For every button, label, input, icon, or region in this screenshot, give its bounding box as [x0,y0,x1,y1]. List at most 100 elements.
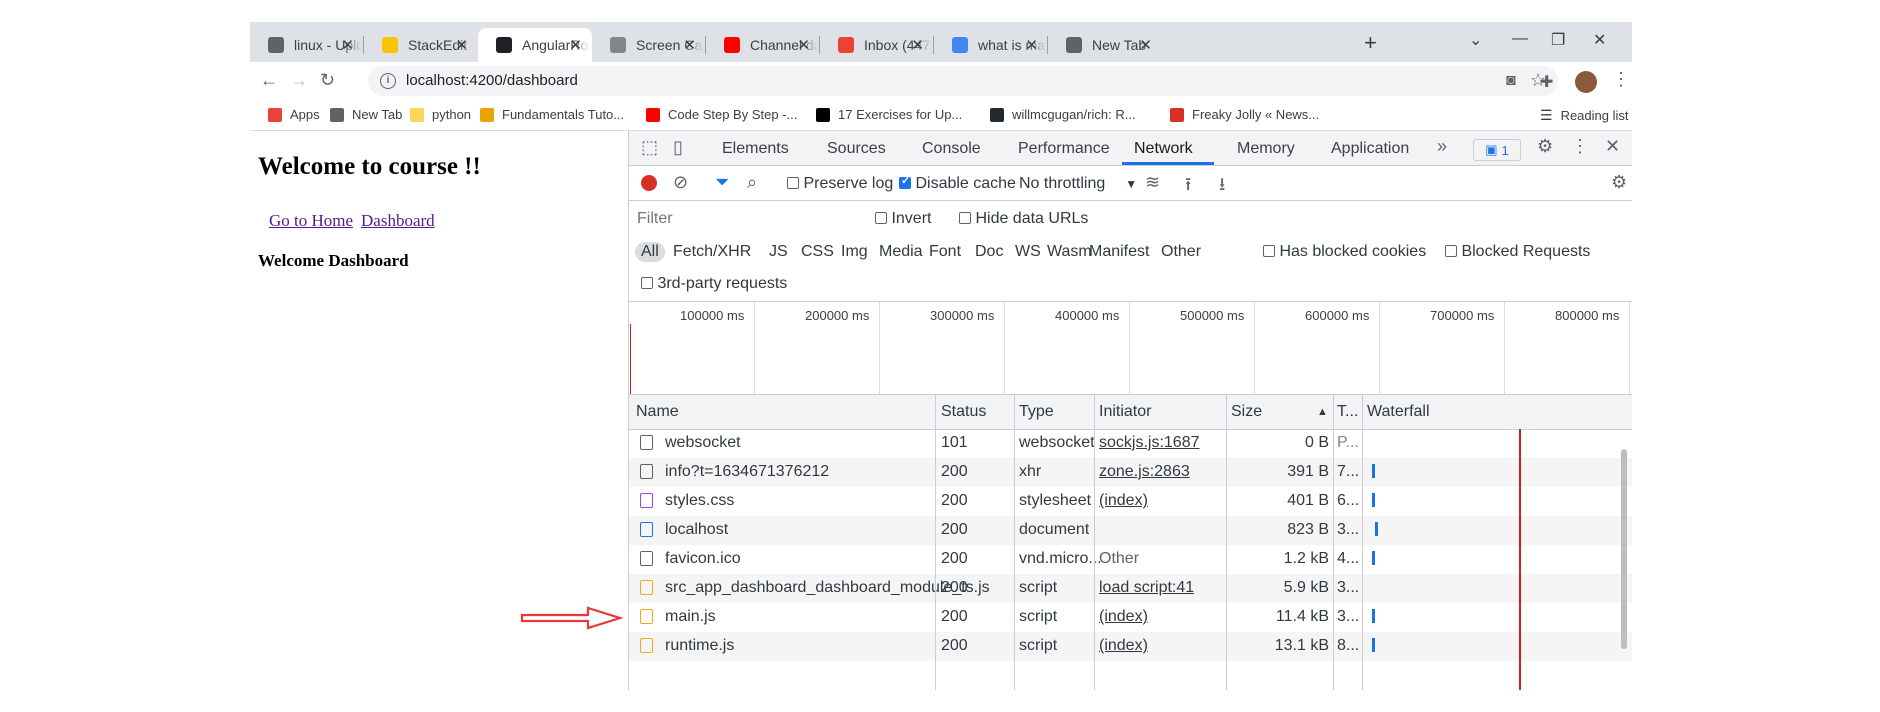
browser-tab[interactable]: AngularRo ✕ [478,28,592,62]
request-initiator[interactable]: load script:41 [1099,579,1194,597]
column-waterfall[interactable]: Waterfall [1367,403,1430,421]
go-to-home-link[interactable]: Go to Home [269,211,353,231]
throttling-select[interactable]: No throttling ▼ [1019,175,1137,193]
browser-tab[interactable]: StackEdit ✕ [364,28,478,62]
type-filter-fetchxhr[interactable]: Fetch/XHR [673,243,751,261]
profile-avatar[interactable] [1575,71,1597,93]
table-row[interactable]: runtime.js 200 script (index) 13.1 kB 8... [629,632,1632,661]
device-toolbar-icon[interactable]: ▯ [673,137,683,158]
has-blocked-cookies-checkbox[interactable]: Has blocked cookies [1263,243,1426,261]
bookmark-item[interactable]: willmcgugan/rich: R... [990,107,1136,122]
bookmark-item[interactable]: Fundamentals Tuto... [480,107,624,122]
bookmark-item[interactable]: Apps [268,107,320,122]
table-row[interactable]: websocket 101 websocket sockjs.js:1687 0 B P.… [629,429,1632,458]
third-party-checkbox[interactable]: 3rd-party requests [641,275,787,293]
reload-button[interactable]: ↻ [320,70,335,91]
devtools-menu-icon[interactable]: ⋮ [1571,136,1589,157]
browser-tab[interactable]: linux - Uplo ✕ [250,28,364,62]
bookmark-item[interactable]: New Tab [330,107,402,122]
minimize-button[interactable]: — [1512,30,1528,48]
browser-tab[interactable]: Inbox (447) ✕ [820,28,934,62]
search-icon[interactable]: ⌕ [747,172,757,193]
new-tab-button[interactable]: + [1364,30,1377,56]
request-initiator[interactable]: sockjs.js:1687 [1099,434,1200,452]
type-filter-manifest[interactable]: Manifest [1089,243,1149,261]
type-filter-wasm[interactable]: Wasm [1047,243,1092,261]
close-tab-icon[interactable]: ✕ [797,36,810,54]
request-initiator[interactable]: (index) [1099,637,1148,655]
preserve-log-checkbox[interactable]: Preserve log [787,175,893,193]
timeline-overview[interactable]: 100000 ms 200000 ms 300000 ms 400000 ms 5000… [629,302,1632,395]
table-row[interactable]: favicon.ico 200 vnd.micro... Other 1.2 kB 4..… [629,545,1632,574]
type-filter-img[interactable]: Img [841,243,868,261]
close-tab-icon[interactable]: ✕ [1139,36,1152,54]
clear-icon[interactable]: ⊘ [673,172,688,193]
close-tab-icon[interactable]: ✕ [455,36,468,54]
disable-cache-box[interactable] [899,174,911,189]
address-bar[interactable]: i localhost:4200/dashboard ☆ [368,66,1558,96]
devtools-tab-console[interactable]: Console [922,140,981,158]
request-initiator[interactable]: zone.js:2863 [1099,463,1190,481]
blocked-requests-box[interactable] [1445,245,1457,257]
network-conditions-icon[interactable]: ≋ [1145,172,1160,193]
restore-button[interactable]: ❐ [1551,30,1565,50]
type-filter-css[interactable]: CSS [801,243,834,261]
issues-badge[interactable]: ▣ 1 [1473,139,1521,161]
reading-list-button[interactable]: ☰ Reading list [1540,107,1629,124]
devtools-tab-elements[interactable]: Elements [722,140,789,158]
request-initiator[interactable]: (index) [1099,608,1148,626]
bookmark-item[interactable]: Freaky Jolly « News... [1170,107,1319,122]
type-filter-other[interactable]: Other [1161,243,1201,261]
close-tab-icon[interactable]: ✕ [683,36,696,54]
blocked-requests-checkbox[interactable]: Blocked Requests [1445,243,1590,261]
import-har-icon[interactable]: ⭱ [1185,172,1191,202]
url-text[interactable]: localhost:4200/dashboard [406,72,578,89]
table-row[interactable]: main.js 200 script (index) 11.4 kB 3... [629,603,1632,632]
inspect-element-icon[interactable]: ⬚ [641,137,658,158]
close-tab-icon[interactable]: ✕ [911,36,924,54]
devtools-tab-memory[interactable]: Memory [1237,140,1295,158]
type-filter-media[interactable]: Media [879,243,923,261]
forward-button[interactable]: → [290,70,308,91]
devtools-tab-sources[interactable]: Sources [827,140,886,158]
column-name[interactable]: Name [636,403,679,421]
type-filter-js[interactable]: JS [769,243,788,261]
bookmark-item[interactable]: Code Step By Step -... [646,107,797,122]
dashboard-link[interactable]: Dashboard [361,211,435,231]
type-filter-doc[interactable]: Doc [975,243,1003,261]
table-row[interactable]: styles.css 200 stylesheet (index) 401 B 6... [629,487,1632,516]
browser-tab[interactable]: Channel da ✕ [706,28,820,62]
devtools-tab-network[interactable]: Network [1134,140,1193,158]
disable-cache-checkbox[interactable]: Disable cache [899,174,1016,193]
back-button[interactable]: ← [260,70,278,91]
close-tab-icon[interactable]: ✕ [1025,36,1038,54]
type-filter-all[interactable]: All [635,242,665,262]
hide-data-urls-checkbox[interactable]: Hide data URLs [959,210,1088,228]
devtools-tab-application[interactable]: Application [1331,140,1409,158]
devtools-tab-performance[interactable]: Performance [1018,140,1110,158]
table-row[interactable]: info?t=1634671376212 200 xhr zone.js:2863 39… [629,458,1632,487]
invert-checkbox[interactable]: Invert [875,210,931,228]
column-initiator[interactable]: Initiator [1099,403,1151,421]
request-initiator[interactable]: (index) [1099,492,1148,510]
close-window-button[interactable]: ✕ [1593,30,1606,50]
type-filter-font[interactable]: Font [929,243,961,261]
close-tab-icon[interactable]: ✕ [569,36,582,54]
table-scrollbar[interactable] [1621,449,1627,649]
export-har-icon[interactable]: ⭳ [1219,172,1225,202]
camera-extension-icon[interactable]: ◙ [1506,72,1516,90]
invert-box[interactable] [875,212,887,224]
type-filter-ws[interactable]: WS [1015,243,1041,261]
browser-menu-icon[interactable]: ⋮ [1612,69,1630,90]
record-icon[interactable] [641,175,657,191]
column-size[interactable]: Size [1231,403,1262,421]
browser-tab[interactable]: Screen Cap ✕ [592,28,706,62]
column-status[interactable]: Status [941,403,986,421]
filter-input[interactable] [635,206,857,232]
has-blocked-cookies-box[interactable] [1263,245,1275,257]
column-time[interactable]: T... [1337,403,1358,421]
more-tabs-button[interactable]: » [1437,136,1447,157]
close-devtools-icon[interactable]: ✕ [1605,136,1620,157]
extensions-puzzle-icon[interactable]: ✚ [1540,72,1553,92]
preserve-log-box[interactable] [787,177,799,189]
